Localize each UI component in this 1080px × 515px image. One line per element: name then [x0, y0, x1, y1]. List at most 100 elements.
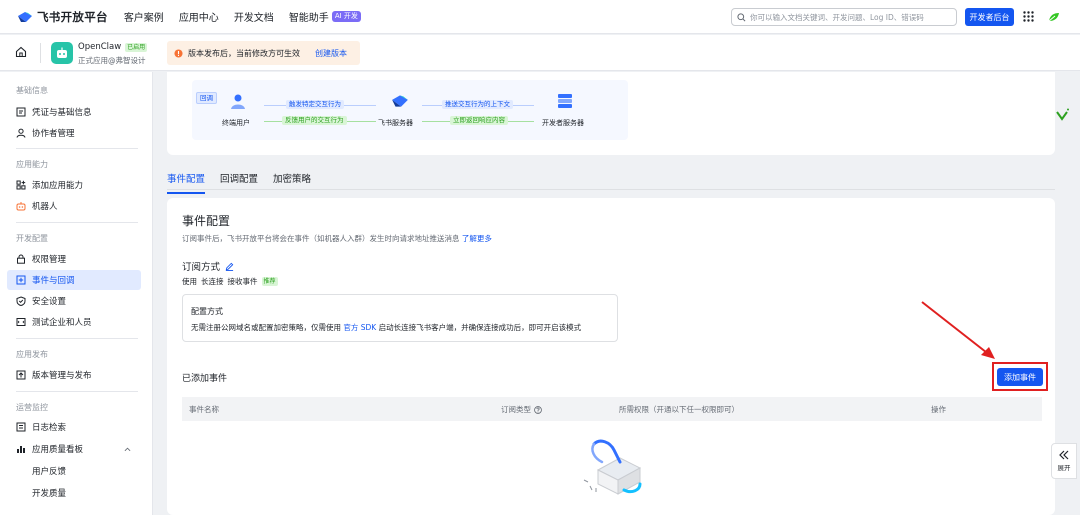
sidebar-group-release: 应用发布	[16, 350, 48, 359]
sidebar: 基础信息 凭证与基础信息 协作者管理 应用能力 添加应用能力 机器人 开发配置 …	[0, 72, 153, 515]
arrow-label-push: 推送交互行为的上下文	[442, 100, 513, 109]
sidebar-item-label: 事件与回调	[32, 276, 75, 286]
tabs-divider	[167, 189, 1055, 190]
arrow-label-trigger: 触发特定交互行为	[286, 100, 344, 109]
brand-logo[interactable]: 飞书开放平台	[17, 9, 108, 25]
panel-description-text: 订阅事件后，飞书开放平台将会在事件（如机器人入群）发生时向请求地址推送消息	[182, 234, 460, 243]
events-table-header: 事件名称 订阅类型 所需权限（开通以下任一权限即可） 操作	[182, 397, 1042, 421]
sidebar-item-logs[interactable]: 日志检索	[7, 417, 141, 437]
create-version-link[interactable]: 创建版本	[315, 48, 347, 59]
flow-diagram-card: 回调 终端用户 触发特定交互行为 反馈用户的交互行为 飞书服务器 推送交互行为的…	[167, 72, 1055, 155]
node-developer-server: 开发者服务器	[542, 119, 584, 127]
tab-callback-config[interactable]: 回调配置	[220, 171, 258, 194]
sidebar-item-quality-board[interactable]: 应用质量看板	[7, 439, 141, 459]
col-subscription-type: 订阅类型	[501, 404, 542, 415]
panel-title: 事件配置	[182, 214, 231, 228]
tab-encryption[interactable]: 加密策略	[273, 171, 311, 194]
search-input[interactable]	[750, 12, 950, 22]
sidebar-divider	[16, 391, 138, 392]
panel-description: 订阅事件后，飞书开放平台将会在事件（如机器人入群）发生时向请求地址推送消息 了解…	[182, 233, 492, 244]
config-desc-part1: 无需注册公网域名或配置加密策略，仅需使用	[191, 323, 341, 332]
lock-icon	[17, 254, 25, 264]
recommend-badge: 推荐	[261, 277, 278, 286]
sidebar-item-events-callbacks[interactable]: 事件与回调	[7, 270, 141, 290]
apps-add-icon	[16, 180, 26, 190]
subscription-mode-value: 使用 长连接 接收事件 推荐	[182, 276, 278, 287]
chevron-up-icon[interactable]	[124, 446, 131, 453]
end-user-icon	[229, 92, 247, 110]
search-box[interactable]	[731, 8, 957, 26]
edit-icon[interactable]	[225, 262, 234, 271]
sidebar-group-monitoring: 运营监控	[16, 403, 48, 412]
sidebar-item-label: 日志检索	[32, 423, 67, 433]
mode-prefix: 使用	[182, 277, 197, 286]
arrow-label-feedback: 反馈用户的交互行为	[282, 116, 347, 125]
sidebar-group-dev-config: 开发配置	[16, 234, 48, 243]
add-event-button[interactable]: 添加事件	[997, 368, 1043, 386]
col-subscription-type-label: 订阅类型	[501, 405, 531, 414]
sidebar-item-label: 添加应用能力	[32, 181, 84, 191]
ai-badge: AI 开发	[331, 11, 361, 22]
sidebar-item-label: 安全设置	[32, 297, 67, 307]
sidebar-item-label: 权限管理	[32, 255, 67, 265]
sidebar-item-label: 凭证与基础信息	[32, 108, 92, 118]
sidebar-subitem-dev-quality[interactable]: 开发质量	[32, 487, 66, 499]
tab-event-config[interactable]: 事件配置	[167, 171, 206, 194]
config-method-title: 配置方式	[191, 307, 223, 316]
col-actions: 操作	[931, 405, 946, 414]
chart-icon	[17, 446, 25, 453]
learn-more-link[interactable]: 了解更多	[462, 234, 492, 243]
nav-assistant[interactable]: 智能助手 AI 开发	[289, 9, 361, 24]
arrow-label-respond: 立即返回响应内容	[450, 116, 508, 125]
mini-logo-icon[interactable]	[1054, 108, 1070, 124]
official-sdk-link[interactable]: 官方 SDK	[343, 323, 376, 332]
sidebar-item-label: 测试企业和人员	[32, 318, 92, 328]
developer-server-icon	[556, 92, 574, 110]
app-grid-icon[interactable]	[1023, 11, 1034, 22]
sidebar-item-test-tenants[interactable]: 测试企业和人员	[7, 312, 141, 332]
home-icon[interactable]	[15, 46, 27, 58]
help-icon[interactable]	[534, 405, 542, 414]
leaf-icon[interactable]	[1047, 10, 1061, 24]
empty-state-illustration	[580, 434, 646, 498]
sidebar-item-label: 机器人	[32, 202, 58, 212]
config-method-desc: 无需注册公网域名或配置加密策略，仅需使用 官方 SDK 启动长连接飞书客户端，并…	[191, 322, 581, 333]
expand-panel-button[interactable]: 展开	[1051, 443, 1077, 479]
sidebar-item-credentials[interactable]: 凭证与基础信息	[7, 102, 141, 122]
node-end-user: 终端用户	[222, 119, 250, 127]
sidebar-item-security[interactable]: 安全设置	[7, 291, 141, 311]
nav-dev-docs[interactable]: 开发文档	[234, 9, 274, 24]
expand-label: 展开	[1057, 464, 1071, 472]
added-events-title: 已添加事件	[182, 374, 228, 384]
developer-console-button[interactable]: 开发者后台	[965, 8, 1014, 26]
top-nav: 客户案例 应用中心 开发文档 智能助手 AI 开发	[124, 9, 361, 24]
sidebar-subitem-feedback[interactable]: 用户反馈	[32, 465, 66, 477]
config-desc-part2: 启动长连接飞书客户端，并确保连接成功后，即可开启该模式	[378, 323, 582, 332]
feishu-logo-icon	[17, 10, 33, 24]
node-feishu-server: 飞书服务器	[378, 119, 413, 127]
sidebar-item-permissions[interactable]: 权限管理	[7, 249, 141, 269]
sidebar-item-label: 版本管理与发布	[32, 371, 92, 381]
shield-icon	[16, 296, 26, 306]
app-subtitle: 正式应用@弗智设计	[78, 56, 146, 65]
top-bar: 飞书开放平台 客户案例 应用中心 开发文档 智能助手 AI 开发 开发者后台	[0, 0, 1080, 34]
app-avatar[interactable]	[51, 42, 73, 64]
user-icon	[16, 128, 26, 138]
nav-app-center[interactable]: 应用中心	[179, 9, 219, 24]
app-header-bar: OpenClaw 已启用 正式应用@弗智设计 版本发布后，当前修改方可生效 创建…	[0, 35, 1080, 71]
nav-assistant-label: 智能助手	[288, 13, 329, 24]
sidebar-item-add-capability[interactable]: 添加应用能力	[7, 175, 141, 195]
double-chevron-left-icon	[1059, 450, 1069, 460]
app-name-text: OpenClaw	[78, 42, 122, 52]
mode-suffix: 接收事件	[227, 277, 258, 286]
warning-icon	[174, 48, 183, 58]
log-icon	[16, 422, 26, 432]
sidebar-divider	[16, 338, 138, 339]
sidebar-item-collaborators[interactable]: 协作者管理	[7, 123, 141, 143]
annotation-arrow	[921, 301, 995, 359]
nav-customer-cases[interactable]: 客户案例	[124, 9, 164, 24]
sidebar-item-robot[interactable]: 机器人	[7, 196, 141, 216]
sidebar-item-versions[interactable]: 版本管理与发布	[7, 365, 141, 385]
subscription-mode-title: 订阅方式	[182, 259, 234, 273]
upload-icon	[16, 370, 26, 380]
